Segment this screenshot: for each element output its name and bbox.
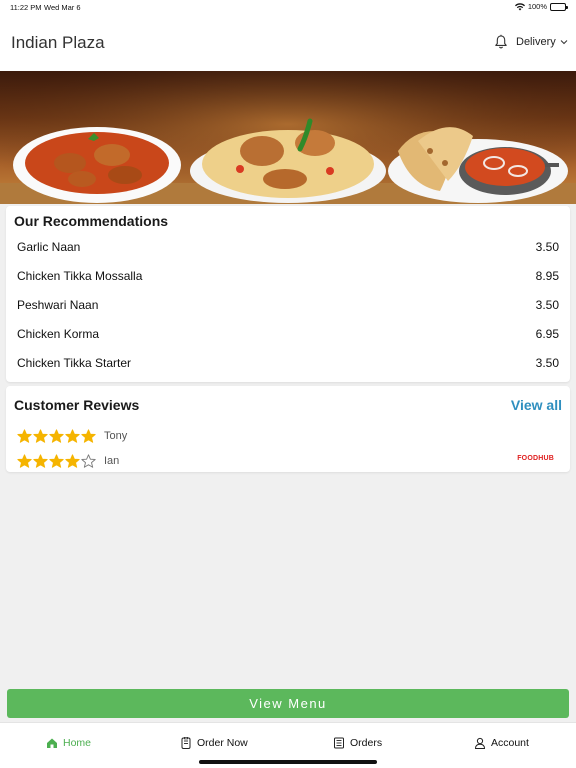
star-filled-icon	[33, 453, 48, 468]
delivery-label: Delivery	[516, 36, 556, 48]
receipt-icon	[334, 737, 344, 749]
item-name: Chicken Tikka Starter	[17, 356, 132, 370]
reviewer-name: Tony	[104, 430, 128, 442]
wifi-icon	[514, 2, 525, 10]
reviews-title: Customer Reviews	[14, 397, 140, 413]
list-item[interactable]: Chicken Tikka Starter 3.50	[17, 348, 559, 376]
status-time: 11:22 PM	[10, 3, 42, 12]
recommendations-title: Our Recommendations	[14, 213, 169, 229]
bell-icon[interactable]	[493, 34, 509, 50]
view-all-link[interactable]: View all	[511, 397, 562, 413]
list-item[interactable]: Chicken Korma 6.95	[17, 319, 559, 347]
hero-food-banner	[0, 71, 576, 204]
customer-reviews-card: Customer Reviews View all Tony Ian FOODH…	[6, 386, 570, 472]
food-illustration	[0, 71, 576, 204]
user-icon	[474, 737, 486, 749]
bottom-tab-bar: Home Order Now Orders Account	[0, 722, 576, 768]
star-filled-icon	[17, 428, 32, 443]
status-bar: 11:22 PM Wed Mar 6 100%	[0, 0, 576, 14]
star-rating	[17, 428, 96, 444]
home-indicator	[199, 760, 377, 764]
battery-percent: 100%	[527, 2, 547, 11]
star-filled-icon	[65, 453, 80, 468]
delivery-selector[interactable]: Delivery	[516, 36, 568, 48]
star-filled-icon	[81, 428, 96, 443]
tab-orders[interactable]: Orders	[333, 737, 382, 749]
chevron-down-icon	[560, 40, 568, 45]
tab-label: Account	[491, 737, 529, 749]
home-icon	[47, 738, 57, 748]
item-name: Chicken Korma	[17, 327, 100, 341]
review-row: Tony	[17, 427, 127, 445]
item-name: Peshwari Naan	[17, 298, 99, 312]
tab-label: Order Now	[197, 737, 248, 749]
tab-home[interactable]: Home	[46, 737, 91, 749]
app-header: Indian Plaza Delivery	[0, 14, 576, 71]
star-filled-icon	[65, 428, 80, 443]
star-filled-icon	[49, 428, 64, 443]
restaurant-title: Indian Plaza	[11, 33, 105, 52]
tab-label: Home	[63, 737, 92, 749]
tab-label: Orders	[350, 737, 383, 749]
star-rating	[17, 453, 96, 469]
status-date: Wed Mar 6	[44, 3, 81, 12]
item-price: 3.50	[535, 240, 559, 254]
view-menu-button[interactable]: View Menu	[7, 689, 569, 718]
list-item[interactable]: Peshwari Naan 3.50	[17, 290, 559, 318]
list-item[interactable]: Chicken Tikka Mossalla 8.95	[17, 261, 559, 289]
reviewer-name: Ian	[104, 455, 120, 467]
item-price: 3.50	[535, 298, 559, 312]
review-row: Ian	[17, 452, 119, 470]
tab-order-now[interactable]: Order Now	[180, 737, 248, 749]
list-item[interactable]: Garlic Naan 3.50	[17, 232, 559, 260]
order-icon	[181, 737, 191, 749]
tab-account[interactable]: Account	[474, 737, 529, 749]
foodhub-logo: FOODHUB	[517, 455, 554, 462]
status-right: 100%	[514, 2, 568, 11]
item-price: 6.95	[535, 327, 559, 341]
battery-icon	[550, 2, 568, 11]
star-filled-icon	[17, 453, 32, 468]
item-name: Chicken Tikka Mossalla	[17, 269, 143, 283]
item-name: Garlic Naan	[17, 240, 81, 254]
star-empty-icon	[81, 453, 96, 468]
star-filled-icon	[33, 428, 48, 443]
item-price: 3.50	[535, 356, 559, 370]
star-filled-icon	[49, 453, 64, 468]
item-price: 8.95	[535, 269, 559, 283]
recommendations-card: Our Recommendations Garlic Naan 3.50 Chi…	[6, 206, 570, 382]
